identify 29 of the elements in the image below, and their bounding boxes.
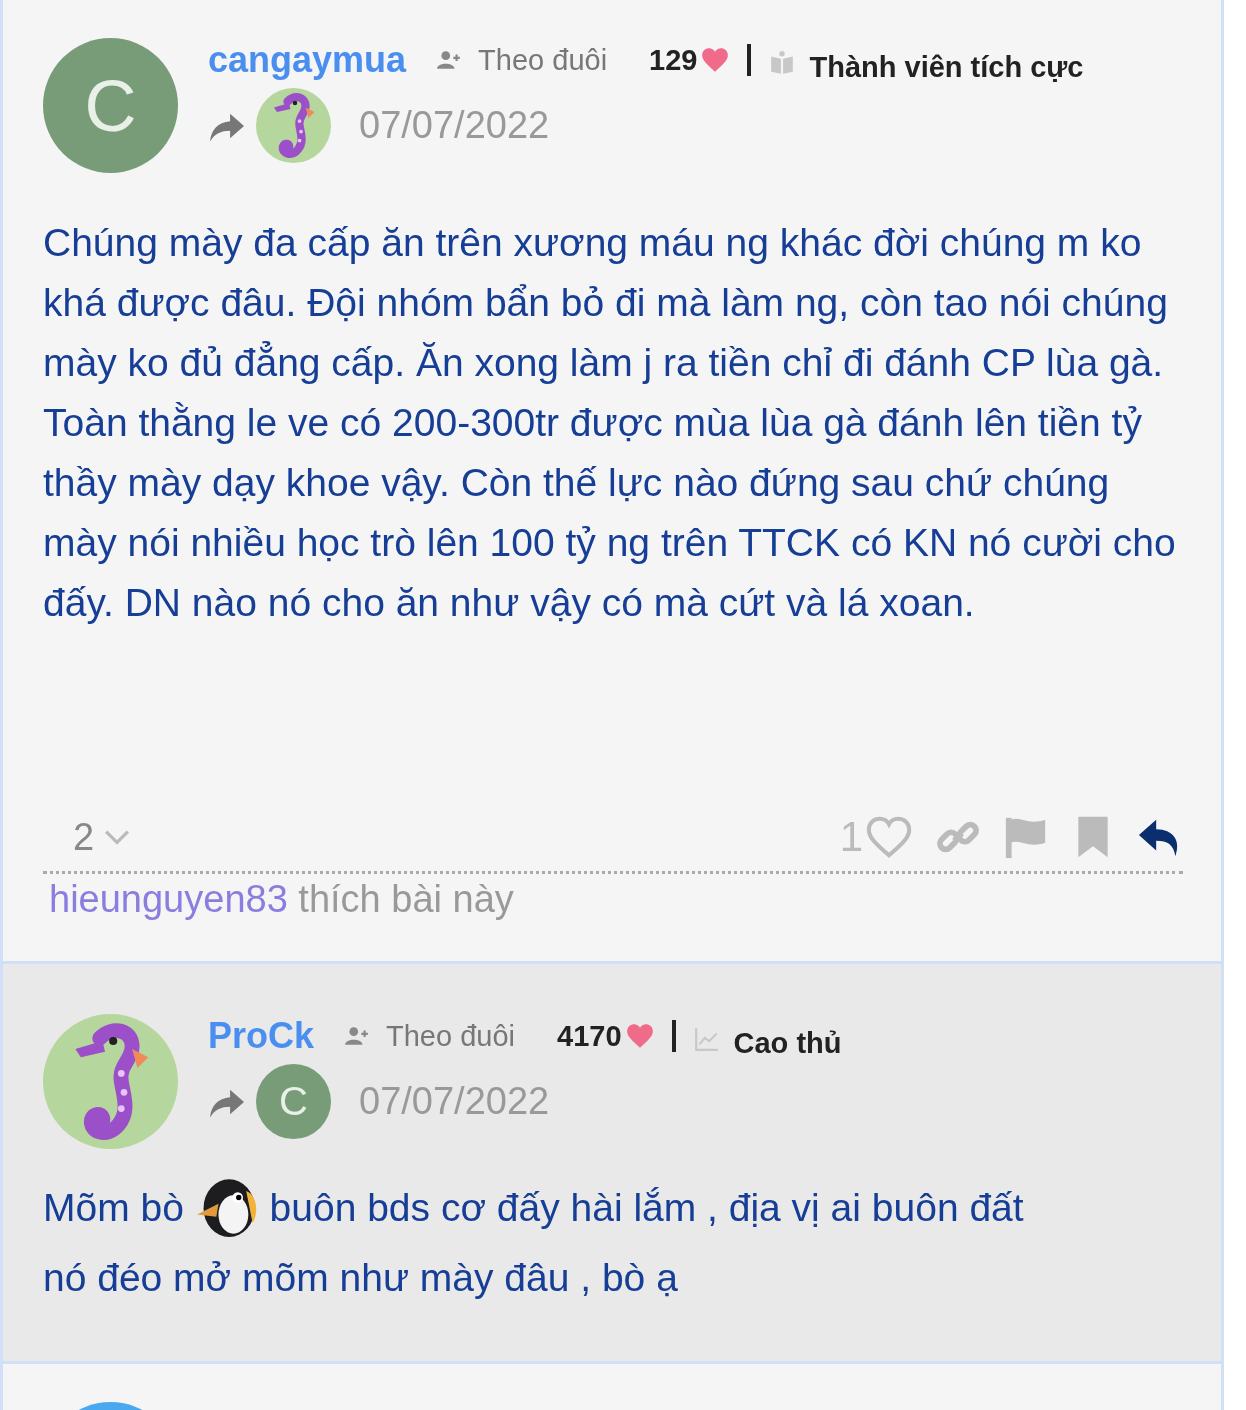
follow-button[interactable]: Theo đuôi (344, 1019, 516, 1053)
rank-label: Cao thủ (733, 1026, 842, 1060)
points-count: 129 (649, 43, 698, 77)
liked-text: thích bài này (298, 878, 514, 920)
user-plus-icon (344, 1024, 371, 1048)
seahorse-icon[interactable] (256, 88, 331, 163)
username-link[interactable]: ProCk (208, 1015, 315, 1057)
heart-icon (625, 1023, 654, 1049)
post-date: 07/07/2022 (359, 104, 550, 147)
avatar[interactable]: C (43, 38, 178, 173)
user-plus-icon (436, 48, 463, 72)
rank-label: Thành viên tích cực (809, 50, 1084, 84)
chart-icon (693, 1026, 720, 1052)
post-text: buôn bds cơ đấy hài lắm , địa vị ai buôn đất (269, 1186, 1024, 1229)
points-count: 4170 (557, 1019, 622, 1053)
replies-toggle-button[interactable]: 2 (43, 815, 131, 859)
chevron-down-icon (104, 829, 131, 845)
post-date: 07/07/2022 (359, 1080, 550, 1123)
follow-button[interactable]: Theo đuôi (436, 43, 608, 77)
seahorse-avatar-icon[interactable] (43, 1014, 178, 1149)
post-text: nó đéo mở mõm như mày đâu , bò ạ (43, 1256, 678, 1299)
post-text: Chúng mày đa cấp ăn trên xương máu ng khác đời chúng m ko khá được đâu. Đội nhóm bẩn bỏ đi mà làm ng, còn tao nói chúng mày ko đủ đẳng cấp. Ăn xong làm j ra tiền chỉ đi đánh CP lùa gà. Toàn thằng le ve có 200-300tr được mùa lùa gà đánh lên tiền tỷ thầy mày dạy khoe vậy. Còn thế lực nào đứng sau chứ chúng mày nói nhiều học trò lên 100 tỷ ng trên TTCK có KN nó cười cho đấy. DN nào nó cho ăn như vậy có mà cứt và lá xoan. (43, 221, 1176, 624)
book-icon (769, 50, 796, 76)
avatar[interactable]: C (256, 1064, 331, 1139)
like-button[interactable]: 1 (839, 813, 913, 861)
post-text: Mõm bò (43, 1186, 184, 1229)
username-link[interactable]: cangaymua (208, 39, 407, 81)
username-link[interactable]: hieunguyen83 (49, 878, 288, 920)
heart-icon (701, 47, 730, 73)
